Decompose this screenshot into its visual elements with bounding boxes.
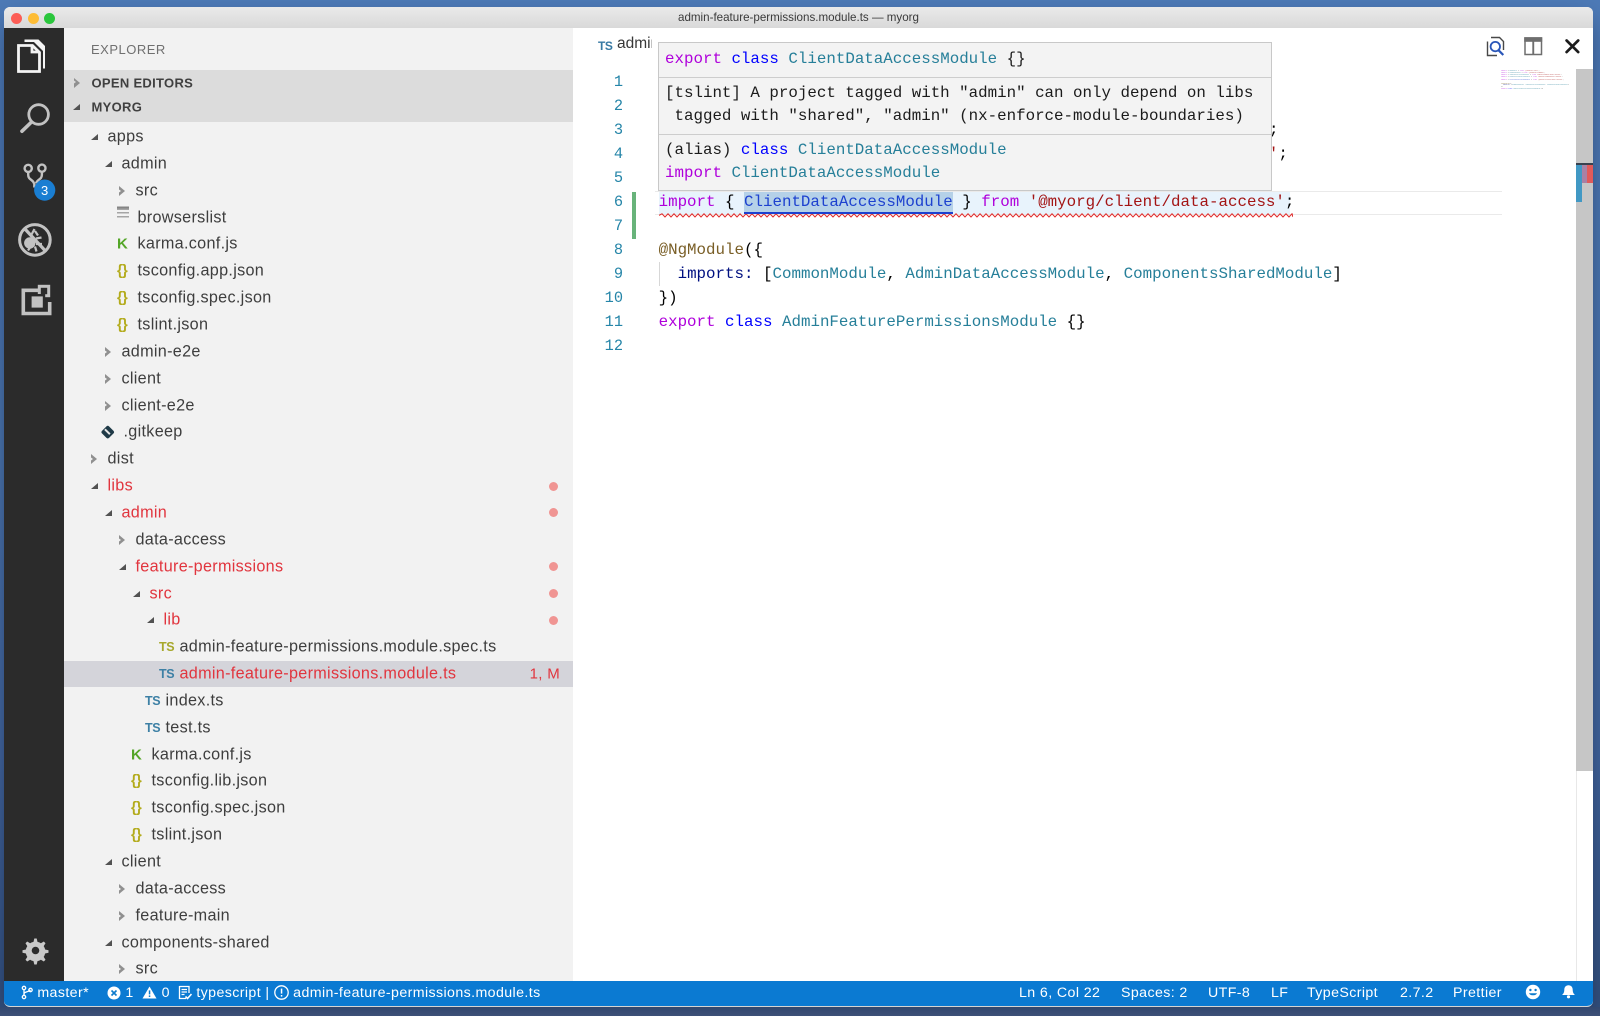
svg-text:3: 3 — [41, 183, 48, 198]
